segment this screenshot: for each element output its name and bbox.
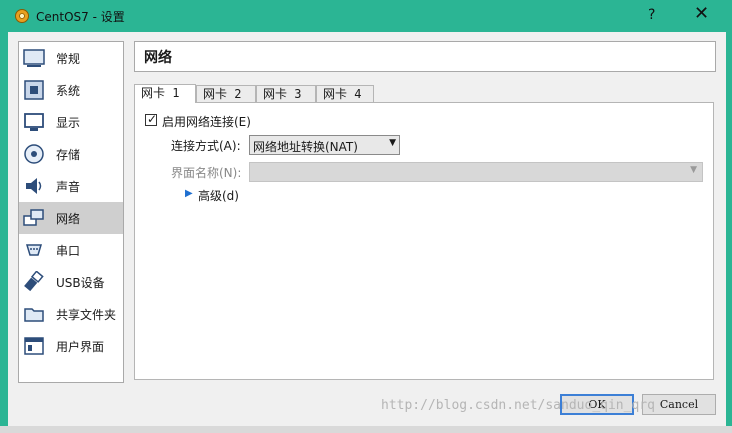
sidebar-item-label: 存储: [56, 148, 81, 162]
sidebar-item-storage[interactable]: 存储: [19, 138, 123, 170]
section-header: 网络: [134, 41, 716, 72]
sidebar-item-label: 显示: [56, 116, 81, 130]
enable-adapter-checkbox[interactable]: ✓: [145, 112, 158, 126]
network-icon: [23, 209, 44, 226]
sidebar-item-usb[interactable]: USB设备: [19, 266, 123, 298]
settings-window: CentOS7 - 设置 ? ✕ 常规 系统 显示 存储 声音 网络 串口 US…: [0, 0, 732, 433]
sidebar-item-label: 常规: [56, 52, 81, 66]
sidebar-item-network[interactable]: 网络: [19, 202, 123, 234]
shared-folder-icon: [24, 308, 44, 322]
interface-name-label: 界面名称(N):: [171, 166, 242, 180]
tab-adapter-1[interactable]: 网卡 1: [134, 84, 196, 103]
usb-icon: [24, 271, 44, 292]
window-title: CentOS7 - 设置: [36, 10, 125, 24]
checkmark-icon: ✓: [147, 112, 158, 126]
sidebar-item-shared-folders[interactable]: 共享文件夹: [19, 298, 123, 330]
general-icon: [23, 49, 45, 67]
page-title: 网络: [144, 50, 172, 66]
watermark-text: http://blog.csdn.net/sanduo_qin_qrq: [381, 398, 655, 413]
sidebar-item-label: 串口: [56, 244, 81, 258]
background-window-strip: [0, 426, 732, 433]
tab-adapter-2[interactable]: 网卡 2: [196, 85, 256, 102]
close-button[interactable]: ✕: [694, 4, 709, 24]
help-button[interactable]: ?: [648, 7, 655, 23]
virtualbox-gear-icon: [15, 9, 29, 23]
tab-adapter-4[interactable]: 网卡 4: [316, 85, 374, 102]
adapter-settings-panel: ✓ 启用网络连接(E) 连接方式(A): 网络地址转换(NAT) ▼ 界面名称(…: [134, 102, 714, 380]
sidebar-item-label: 共享文件夹: [56, 308, 117, 322]
interface-name-select: ▼: [249, 162, 703, 182]
sidebar-item-general[interactable]: 常规: [19, 42, 123, 74]
sidebar-item-system[interactable]: 系统: [19, 74, 123, 106]
audio-icon: [26, 178, 42, 194]
sidebar-item-user-interface[interactable]: 用户界面: [19, 330, 123, 362]
expand-arrow-icon: ▶: [185, 188, 193, 199]
storage-icon: [24, 144, 44, 164]
title-bar[interactable]: CentOS7 - 设置 ? ✕: [0, 0, 732, 32]
sidebar-item-label: USB设备: [56, 276, 105, 290]
attached-to-value: 网络地址转换(NAT): [253, 140, 358, 154]
sidebar-item-label: 声音: [56, 180, 81, 194]
sidebar-item-label: 用户界面: [56, 340, 105, 354]
dropdown-arrow-icon: ▼: [389, 138, 396, 148]
sidebar-item-label: 系统: [56, 84, 81, 98]
advanced-label: 高级(d): [198, 189, 239, 203]
tab-adapter-3[interactable]: 网卡 3: [256, 85, 316, 102]
attached-to-label: 连接方式(A):: [171, 139, 241, 153]
display-icon: [24, 113, 44, 131]
sidebar-item-serial-port[interactable]: 串口: [19, 234, 123, 266]
user-interface-icon: [24, 337, 44, 355]
system-icon: [24, 80, 44, 100]
sidebar-item-audio[interactable]: 声音: [19, 170, 123, 202]
sidebar-item-label: 网络: [56, 212, 81, 226]
dialog-client-area: 常规 系统 显示 存储 声音 网络 串口 USB设备 共享文件夹 用户界面 网络…: [8, 32, 726, 426]
settings-category-list: 常规 系统 显示 存储 声音 网络 串口 USB设备 共享文件夹 用户界面: [18, 41, 124, 383]
sidebar-item-display[interactable]: 显示: [19, 106, 123, 138]
attached-to-select[interactable]: 网络地址转换(NAT) ▼: [249, 135, 400, 155]
enable-adapter-label: 启用网络连接(E): [162, 115, 251, 129]
serial-port-icon: [25, 244, 43, 256]
dropdown-arrow-icon: ▼: [690, 165, 697, 175]
